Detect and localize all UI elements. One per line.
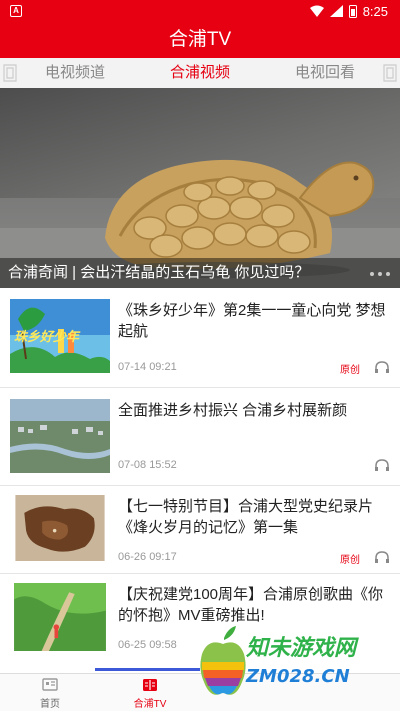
- tab-tv-replay[interactable]: 电视回看: [270, 58, 380, 88]
- headphone-icon[interactable]: [374, 550, 390, 564]
- tab-hepu-tv-label: 合浦TV: [133, 699, 167, 710]
- tab-indicator: [95, 668, 200, 671]
- apple-logo-icon: [200, 626, 246, 695]
- list-item[interactable]: 【七一特别节目】合浦大型党史纪录片《烽火岁月的记忆》第一集 06-26 09:1…: [0, 486, 400, 574]
- thumbnail-image: [14, 583, 106, 651]
- news-date: 06-25 09:58: [118, 639, 177, 651]
- signal-icon: [329, 5, 343, 17]
- news-title: 【七一特别节目】合浦大型党史纪录片《烽火岁月的记忆》第一集: [118, 498, 374, 536]
- status-time: 8:25: [362, 3, 388, 19]
- news-date: 07-08 15:52: [118, 459, 177, 471]
- tab-home[interactable]: 首页: [10, 677, 90, 710]
- wifi-icon: [309, 5, 324, 17]
- source-badge: 原创: [340, 365, 360, 376]
- thumbnail-image: [10, 399, 110, 473]
- banner-dot: [386, 272, 390, 276]
- banner-dot: [370, 272, 374, 276]
- watermark-url: ZM028.CN: [246, 666, 350, 687]
- status-bar: A 8:25: [0, 0, 400, 22]
- tab-hepu-video[interactable]: 合浦视频: [145, 58, 255, 88]
- banner-pagination: [370, 272, 390, 276]
- news-title: 全面推进乡村振兴 合浦乡村展新颜: [118, 402, 348, 419]
- tab-tv-channel[interactable]: 电视频道: [20, 58, 130, 88]
- banner-caption: 合浦奇闻 | 会出汗结晶的玉石乌龟 你见过吗？: [8, 264, 310, 281]
- thumbnail-text: 珠乡好少年: [14, 329, 80, 344]
- watermark-logo: 知未游戏网 ZM028.CN: [198, 618, 400, 711]
- status-right: 8:25: [309, 3, 388, 19]
- channel-tabs: 电视频道 合浦视频 电视回看: [0, 58, 400, 88]
- headphone-icon[interactable]: [374, 458, 390, 472]
- notification-icon: A: [10, 5, 22, 17]
- page-title: 合浦TV: [0, 22, 400, 58]
- tab-hepu-tv[interactable]: 合浦TV: [110, 677, 190, 710]
- banner-dot: [378, 272, 382, 276]
- featured-banner[interactable]: 合浦奇闻 | 会出汗结晶的玉石乌龟 你见过吗？: [0, 88, 400, 288]
- battery-icon: [348, 4, 357, 18]
- ornament-left-icon: [3, 64, 17, 82]
- tab-home-label: 首页: [40, 699, 60, 710]
- ornament-right-icon: [383, 64, 397, 82]
- watermark-title: 知未游戏网: [246, 636, 357, 661]
- news-date: 06-26 09:17: [118, 551, 177, 563]
- news-date: 07-14 09:21: [118, 361, 177, 373]
- tv-book-icon: [143, 679, 157, 691]
- news-title: 《珠乡好少年》第2集一一童心向党 梦想起航: [118, 302, 386, 340]
- home-icon: [42, 678, 58, 691]
- headphone-icon[interactable]: [374, 360, 390, 374]
- list-item[interactable]: 珠乡好少年 《珠乡好少年》第2集一一童心向党 梦想起航 07-14 09:21 …: [0, 288, 400, 388]
- list-item[interactable]: 全面推进乡村振兴 合浦乡村展新颜 07-08 15:52: [0, 388, 400, 486]
- source-badge: 原创: [340, 555, 360, 566]
- thumbnail-image: [15, 495, 105, 561]
